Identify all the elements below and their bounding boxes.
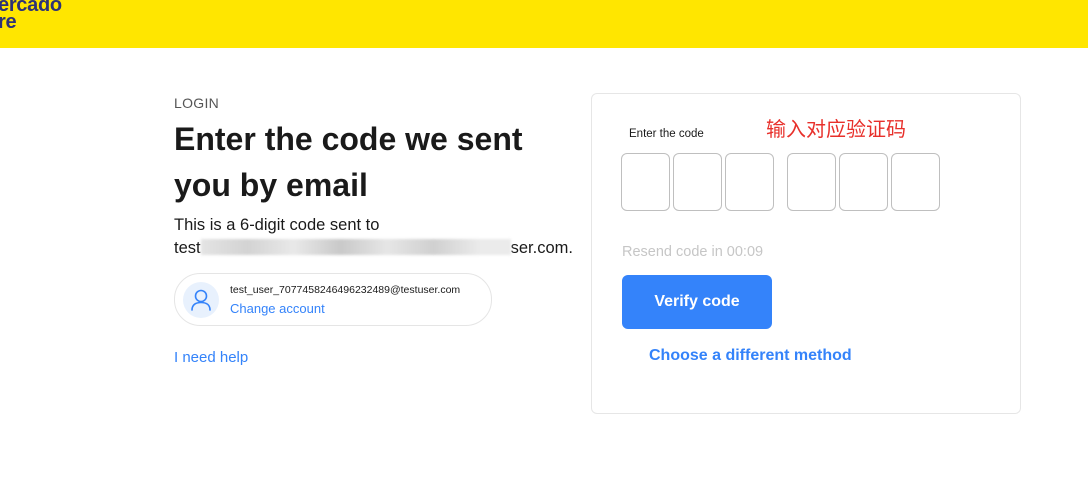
code-digit-3[interactable] — [725, 153, 774, 211]
email-prefix: test — [174, 239, 201, 257]
code-digit-2[interactable] — [673, 153, 722, 211]
resend-countdown: Resend code in 00:09 — [622, 244, 764, 260]
avatar — [183, 282, 219, 318]
code-sent-description: This is a 6-digit code sent to test ser.c… — [174, 214, 584, 260]
redacted-email-blur — [200, 239, 511, 255]
login-eyebrow: LOGIN — [174, 95, 220, 111]
annotation-text: 输入对应验证码 — [766, 117, 906, 141]
code-field-label: Enter the code — [629, 128, 704, 140]
help-link[interactable]: I need help — [174, 349, 248, 366]
choose-different-method-link[interactable]: Choose a different method — [649, 347, 852, 365]
account-chip: test_user_7077458246496232489@testuser.c… — [174, 273, 492, 326]
user-icon — [191, 289, 211, 311]
code-digit-5[interactable] — [839, 153, 888, 211]
header-bar: ercado re — [0, 0, 1088, 48]
code-digit-1[interactable] — [621, 153, 670, 211]
code-entry-card: Enter the code 输入对应验证码 Resend code in 00… — [591, 93, 1021, 414]
verify-code-button[interactable]: Verify code — [622, 275, 772, 329]
code-digit-4[interactable] — [787, 153, 836, 211]
subtitle-text: This is a 6-digit code sent to — [174, 216, 380, 234]
code-digit-6[interactable] — [891, 153, 940, 211]
change-account-link[interactable]: Change account — [230, 301, 325, 316]
mercado-libre-logo[interactable]: ercado re — [0, 0, 62, 33]
page-title: Enter the code we sent you by email — [174, 121, 523, 203]
account-email: test_user_7077458246496232489@testuser.c… — [230, 284, 461, 296]
logo-line-2: re — [0, 11, 17, 33]
email-suffix: ser.com. — [510, 239, 573, 257]
